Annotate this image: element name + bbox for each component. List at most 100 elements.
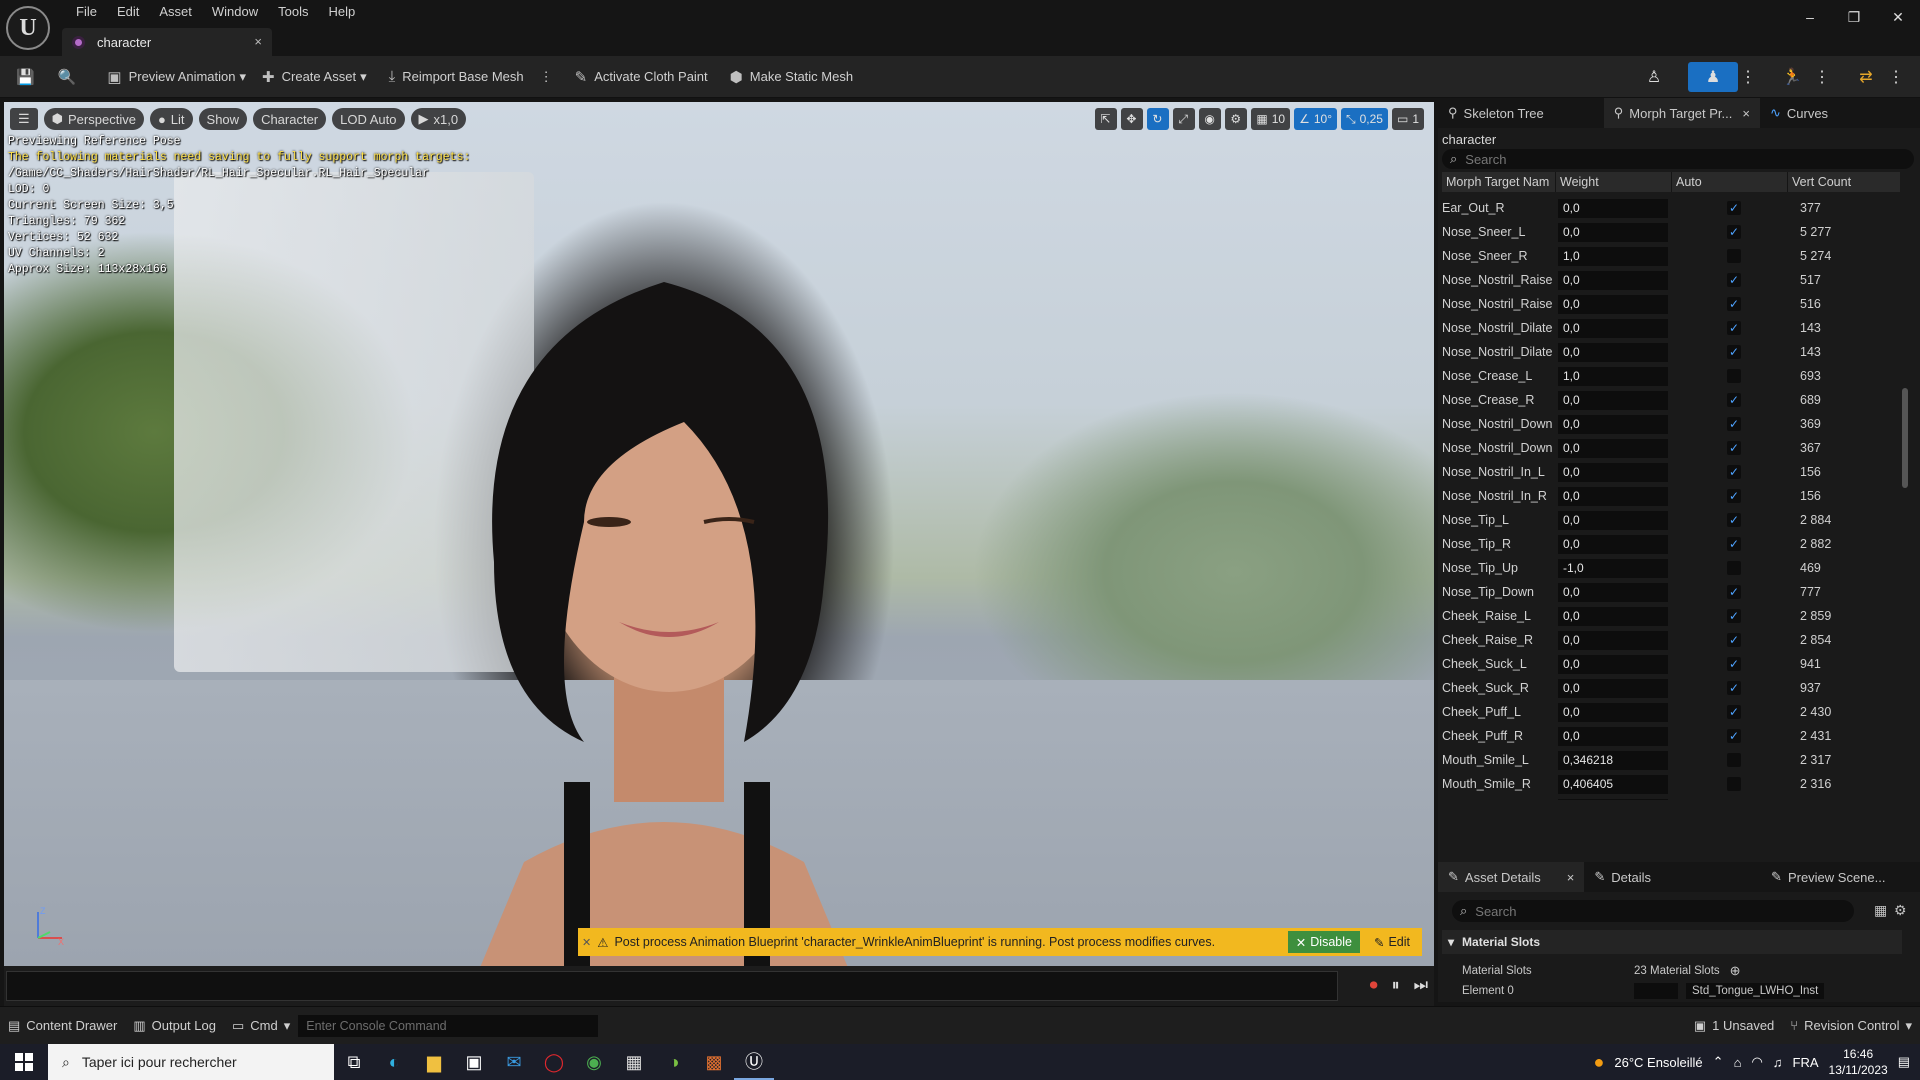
content-drawer-button[interactable]: ▤ Content Drawer <box>0 1012 125 1040</box>
preview-animation-button[interactable]: ▣ Preview Animation ▾ <box>99 62 254 92</box>
notifications-icon[interactable]: ▤ <box>1898 1054 1910 1070</box>
column-auto[interactable]: Auto <box>1672 172 1788 192</box>
chrome-icon[interactable]: ◉ <box>574 1044 614 1080</box>
morph-row[interactable]: Nose_Nostril_Raise 0,0 ✓ 517 <box>1442 268 1900 292</box>
table-view-icon[interactable]: ▦ <box>1874 902 1887 919</box>
morph-row[interactable]: Cheek_Raise_L 0,0 ✓ 2 859 <box>1442 604 1900 628</box>
morph-search-input[interactable]: ⌕ Search <box>1442 149 1914 169</box>
mesh-mode-button[interactable]: ♟ <box>1688 61 1738 92</box>
weight-input[interactable]: 0,0 <box>1558 462 1668 482</box>
weight-input[interactable]: 0,0 <box>1558 510 1668 530</box>
weight-input[interactable]: 0,346218 <box>1558 750 1668 770</box>
auto-checkbox[interactable]: ✓ <box>1727 273 1741 287</box>
morph-row[interactable]: Nose_Tip_Down 0,0 ✓ 777 <box>1442 580 1900 604</box>
auto-checkbox[interactable] <box>1727 777 1741 791</box>
auto-checkbox[interactable]: ✓ <box>1727 609 1741 623</box>
column-vert-count[interactable]: Vert Count <box>1788 172 1900 192</box>
morph-row[interactable]: Nose_Tip_L 0,0 ✓ 2 884 <box>1442 508 1900 532</box>
auto-checkbox[interactable]: ✓ <box>1727 441 1741 455</box>
add-slot-icon[interactable]: ⊕ <box>1730 963 1741 979</box>
weight-input[interactable]: 0,0 <box>1558 222 1668 242</box>
auto-checkbox[interactable]: ✓ <box>1727 513 1741 527</box>
morph-row[interactable]: Mouth_Smile_L 0,346218 2 317 <box>1442 748 1900 772</box>
auto-checkbox[interactable]: ✓ <box>1727 321 1741 335</box>
playback-speed-button[interactable]: ▶ x1,0 <box>410 108 467 130</box>
translate-icon[interactable]: ✥ <box>1121 108 1144 130</box>
morph-row[interactable]: Cheek_Suck_R 0,0 ✓ 937 <box>1442 676 1900 700</box>
menu-tools[interactable]: Tools <box>268 2 318 22</box>
auto-checkbox[interactable] <box>1727 249 1741 263</box>
opera-icon[interactable]: ◯ <box>534 1044 574 1080</box>
tab-curves[interactable]: ∿ Curves <box>1760 98 1838 128</box>
auto-checkbox[interactable]: ✓ <box>1727 225 1741 239</box>
menu-window[interactable]: Window <box>202 2 268 22</box>
morph-row[interactable]: Nose_Nostril_Down 0,0 ✓ 369 <box>1442 412 1900 436</box>
animation-mode-button[interactable]: 🏃 <box>1772 62 1812 92</box>
weight-input[interactable]: 0,0 <box>1558 414 1668 434</box>
weight-input[interactable]: 0,0 <box>1558 606 1668 626</box>
morph-row[interactable]: Ear_Out_R 0,0 ✓ 377 <box>1442 196 1900 220</box>
menu-asset[interactable]: Asset <box>149 2 202 22</box>
menu-file[interactable]: File <box>66 2 107 22</box>
morph-row[interactable]: Nose_Nostril_In_L 0,0 ✓ 156 <box>1442 460 1900 484</box>
edge-icon[interactable]: ◐ <box>374 1044 414 1080</box>
weight-input[interactable]: 0,0 <box>1558 582 1668 602</box>
select-icon[interactable]: ⇱ <box>1095 108 1118 130</box>
auto-checkbox[interactable]: ✓ <box>1727 201 1741 215</box>
morph-row[interactable]: Nose_Sneer_R 1,0 5 274 <box>1442 244 1900 268</box>
auto-checkbox[interactable]: ✓ <box>1727 585 1741 599</box>
lit-button[interactable]: ● Lit <box>149 108 193 130</box>
chevron-up-icon[interactable]: ⌃ <box>1713 1054 1724 1070</box>
mail-icon[interactable]: ✉ <box>494 1044 534 1080</box>
weight-input[interactable]: 0,0 <box>1558 342 1668 362</box>
more-options-icon[interactable]: ⋮ <box>1738 62 1758 92</box>
morph-row[interactable]: Nose_Crease_R 0,0 ✓ 689 <box>1442 388 1900 412</box>
weight-input[interactable]: 0,0 <box>1558 438 1668 458</box>
world-local-icon[interactable]: ◉ <box>1199 108 1222 130</box>
weather-text[interactable]: 26°C Ensoleillé <box>1614 1055 1702 1070</box>
save-button[interactable]: 💾 <box>8 62 50 92</box>
tab-preview-scene[interactable]: ✎ Preview Scene... <box>1761 862 1895 892</box>
app-icon-2[interactable]: ◑ <box>654 1044 694 1080</box>
auto-checkbox[interactable]: ✓ <box>1727 465 1741 479</box>
tab-morph-target-preview[interactable]: ⚲ Morph Target Pr... × <box>1603 98 1760 128</box>
dismiss-notification-icon[interactable]: ✕ <box>582 936 591 949</box>
weight-input[interactable]: 0,0 <box>1558 654 1668 674</box>
auto-checkbox[interactable]: ✓ <box>1727 537 1741 551</box>
morph-row[interactable]: Cheek_Suck_L 0,0 ✓ 941 <box>1442 652 1900 676</box>
morph-row[interactable]: Nose_Nostril_Dilate 0,0 ✓ 143 <box>1442 316 1900 340</box>
character-button[interactable]: Character <box>253 108 327 130</box>
scale-icon[interactable]: ⤢ <box>1173 108 1196 130</box>
auto-checkbox[interactable] <box>1727 369 1741 383</box>
revision-control-button[interactable]: ⑂ Revision Control ▾ <box>1782 1012 1920 1040</box>
weight-input[interactable]: 0,0 <box>1558 294 1668 314</box>
morph-row[interactable]: Nose_Tip_R 0,0 ✓ 2 882 <box>1442 532 1900 556</box>
step-forward-icon[interactable]: ⏭ <box>1414 977 1428 995</box>
scale-snap-button[interactable]: ⤡ 0,25 <box>1341 108 1388 130</box>
edit-button[interactable]: ✎ Edit <box>1366 931 1418 953</box>
language-indicator[interactable]: FRA <box>1793 1055 1819 1070</box>
store-icon[interactable]: ▣ <box>454 1044 494 1080</box>
weight-input[interactable]: 0,0 <box>1558 702 1668 722</box>
more-options-icon[interactable]: ⋮ <box>1812 62 1832 92</box>
browse-button[interactable]: 🔍 <box>50 62 92 92</box>
auto-checkbox[interactable]: ✓ <box>1727 657 1741 671</box>
morph-row[interactable]: Cheek_Puff_L 0,0 ✓ 2 430 <box>1442 700 1900 724</box>
auto-checkbox[interactable]: ✓ <box>1727 729 1741 743</box>
material-thumbnail[interactable] <box>1634 983 1678 999</box>
weight-input[interactable]: 0,0 <box>1558 318 1668 338</box>
morph-row[interactable]: Nose_Nostril_Down 0,0 ✓ 367 <box>1442 436 1900 460</box>
weight-input[interactable]: 0,0 <box>1558 486 1668 506</box>
morph-table-scrollbar[interactable] <box>1902 388 1908 488</box>
taskbar-search[interactable]: ⌕ Taper ici pour rechercher <box>48 1044 334 1080</box>
close-window-button[interactable]: ✕ <box>1876 0 1920 34</box>
details-search-input[interactable]: ⌕ Search <box>1452 900 1854 922</box>
morph-row[interactable]: Mouth_Smile_R 0,406405 2 316 <box>1442 772 1900 796</box>
record-icon[interactable]: ⏺ <box>1370 977 1378 995</box>
document-tab[interactable]: character × <box>62 28 272 56</box>
menu-help[interactable]: Help <box>318 2 365 22</box>
morph-row[interactable]: Nose_Nostril_Raise 0,0 ✓ 516 <box>1442 292 1900 316</box>
reimport-button[interactable]: ⤓ Reimport Base Mesh <box>381 62 532 92</box>
morph-row[interactable]: Nose_Nostril_In_R 0,0 ✓ 156 <box>1442 484 1900 508</box>
show-button[interactable]: Show <box>198 108 248 130</box>
